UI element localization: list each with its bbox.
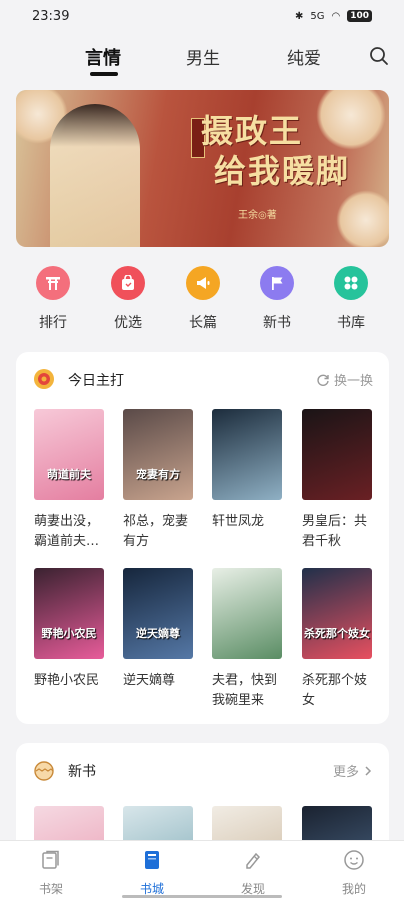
book-cover: 逆天嫡尊: [123, 568, 193, 659]
quick-link-long-novels[interactable]: 长篇: [173, 266, 233, 332]
status-icons: ✱ 5G ◠ 100: [295, 10, 372, 22]
egg-icon: [34, 761, 54, 781]
book-title: 萌妻出没，霸道前夫…: [34, 514, 100, 549]
quick-link-label: 新书: [263, 315, 291, 331]
gate-icon: [36, 266, 70, 300]
nav-profile[interactable]: 我的: [324, 849, 384, 897]
bag-icon: [111, 266, 145, 300]
refresh-icon: [317, 374, 329, 386]
profile-icon: [344, 850, 364, 870]
book-card[interactable]: 杀死那个妓女 杀死那个妓女: [302, 568, 372, 711]
book-title: 轩世凤龙: [212, 514, 265, 529]
quick-link-selected[interactable]: 优选: [98, 266, 158, 332]
tab-male[interactable]: 男生: [186, 44, 220, 69]
refresh-label: 换一换: [333, 374, 373, 389]
banner-title-line2: 给我暖脚: [214, 152, 351, 190]
banner-character-illustration: [50, 104, 140, 247]
quick-link-library[interactable]: 书库: [321, 266, 381, 332]
quick-link-label: 书库: [337, 315, 365, 331]
banner-title-line1: 摄政王: [201, 112, 304, 150]
more-label: 更多: [332, 765, 359, 780]
tab-danmei[interactable]: 纯爱: [287, 44, 321, 69]
nav-discover[interactable]: 发现: [223, 849, 283, 897]
wifi-icon: ◠: [331, 10, 341, 22]
book-card[interactable]: 宠妻有方 祁总，宠妻有方: [123, 409, 193, 552]
today-picks-card: 今日主打 换一换 萌道前夫 萌妻出没，霸道前夫… 宠妻有方 祁总，宠妻有方 轩世…: [16, 352, 389, 724]
book-card[interactable]: 男皇后：共君千秋: [302, 409, 372, 552]
discover-icon: [246, 852, 261, 869]
flag-icon: [260, 266, 294, 300]
book-title: 杀死那个妓女: [302, 673, 368, 708]
system-nav-handle: [0, 895, 404, 900]
book-card[interactable]: 逆天嫡尊 逆天嫡尊: [123, 568, 193, 691]
book-title: 祁总，宠妻有方: [123, 514, 189, 549]
status-bar: 23:39 ✱ 5G ◠ 100: [0, 0, 404, 32]
signal-label: 5G: [310, 10, 325, 22]
card-header: 新书 更多: [16, 743, 389, 793]
book-title: 野艳小农民: [34, 673, 100, 688]
tab-romance[interactable]: 言情: [85, 44, 121, 70]
banner-author: 王余◎著: [238, 210, 277, 221]
chevron-right-icon: [365, 765, 372, 776]
nav-bookstore[interactable]: 书城: [122, 849, 182, 897]
book-cover: 萌道前夫: [34, 409, 104, 500]
more-button[interactable]: 更多: [333, 761, 373, 780]
megaphone-icon: [186, 266, 220, 300]
quick-link-label: 优选: [114, 315, 142, 331]
book-title: 逆天嫡尊: [123, 673, 176, 688]
book-title: 男皇后：共君千秋: [302, 514, 368, 549]
bookshelf-icon: [42, 850, 59, 869]
book-cover: 宠妻有方: [123, 409, 193, 500]
sun-badge-icon: [34, 369, 54, 389]
search-icon[interactable]: [369, 46, 389, 66]
flower-decoration: [336, 190, 389, 247]
card-header: 今日主打 换一换: [16, 352, 389, 402]
battery-icon: 100: [347, 10, 372, 22]
refresh-button[interactable]: 换一换: [316, 370, 373, 389]
book-title: 夫君，快到我碗里来: [212, 673, 278, 708]
book-card[interactable]: 萌道前夫 萌妻出没，霸道前夫…: [34, 409, 104, 552]
book-cover: [302, 409, 372, 500]
status-time: 23:39: [32, 8, 70, 24]
grid-icon: [334, 266, 368, 300]
book-cover: 杀死那个妓女: [302, 568, 372, 659]
book-card[interactable]: 夫君，快到我碗里来: [212, 568, 282, 711]
bookstore-icon: [145, 851, 159, 869]
nav-bookshelf[interactable]: 书架: [21, 849, 81, 897]
quick-link-new-books[interactable]: 新书: [247, 266, 307, 332]
book-cover: 野艳小农民: [34, 568, 104, 659]
tab-active-indicator: [90, 72, 118, 76]
quick-links: 排行 优选 长篇 新书 书库: [0, 266, 404, 336]
section-title: 新书: [68, 764, 96, 780]
bottom-nav: 书架 书城 发现 我的: [0, 840, 404, 900]
book-card[interactable]: 野艳小农民 野艳小农民: [34, 568, 104, 691]
quick-link-label: 排行: [39, 315, 67, 331]
book-cover: [212, 568, 282, 659]
quick-link-ranking[interactable]: 排行: [23, 266, 83, 332]
book-cover: [212, 409, 282, 500]
flower-decoration: [316, 90, 386, 150]
book-card[interactable]: 轩世凤龙: [212, 409, 282, 532]
promo-banner[interactable]: 摄政王 给我暖脚 王余◎著: [16, 90, 389, 247]
top-tab-bar: 言情 男生 纯爱: [0, 38, 404, 80]
section-title: 今日主打: [68, 373, 124, 389]
quick-link-label: 长篇: [189, 315, 217, 331]
notification-icon: ✱: [294, 10, 304, 22]
